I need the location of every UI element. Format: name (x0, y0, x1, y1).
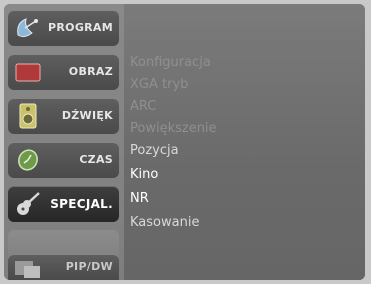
sidebar-item-label: OBRAZ (68, 65, 113, 78)
speaker-icon (14, 103, 42, 129)
sidebar-item-label: PIP/DW (65, 260, 113, 273)
submenu-item-powiekszenie[interactable]: Powiększenie (130, 118, 217, 140)
submenu-item-kasowanie[interactable]: Kasowanie (130, 212, 199, 234)
sidebar-item-czas[interactable]: CZAS (8, 142, 119, 178)
submenu-item-pozycja[interactable]: Pozycja (130, 140, 179, 162)
sidebar-item-obraz[interactable]: OBRAZ (8, 54, 119, 90)
sidebar: PROGRAM OBRAZ DŹWIĘK CZAS SPECJAL. PIP/D… (4, 4, 124, 280)
submenu-item-konfiguracja[interactable]: Konfiguracja (130, 52, 211, 74)
guitar-icon (14, 191, 42, 217)
submenu-item-nr[interactable]: NR (130, 188, 149, 210)
sidebar-item-pip[interactable]: PIP/DW (8, 254, 119, 280)
sidebar-item-label: CZAS (79, 153, 113, 166)
sidebar-item-label: SPECJAL. (50, 197, 113, 211)
tv-osd-menu: PROGRAM OBRAZ DŹWIĘK CZAS SPECJAL. PIP/D… (4, 4, 365, 280)
submenu: Konfiguracja XGA tryb ARC Powiększenie P… (124, 4, 365, 280)
picture-icon (14, 59, 42, 85)
sidebar-item-dzwiek[interactable]: DŹWIĘK (8, 98, 119, 134)
submenu-item-kino[interactable]: Kino (130, 164, 158, 186)
sidebar-item-label: DŹWIĘK (61, 109, 113, 122)
submenu-item-arc[interactable]: ARC (130, 96, 156, 118)
sidebar-item-specjal[interactable]: SPECJAL. (8, 186, 119, 222)
sidebar-item-label: PROGRAM (48, 21, 113, 34)
satellite-dish-icon (14, 15, 42, 41)
submenu-item-xga-tryb[interactable]: XGA tryb (130, 74, 188, 96)
clock-icon (14, 147, 42, 173)
sidebar-item-program[interactable]: PROGRAM (8, 10, 119, 46)
pip-icon (14, 257, 42, 280)
